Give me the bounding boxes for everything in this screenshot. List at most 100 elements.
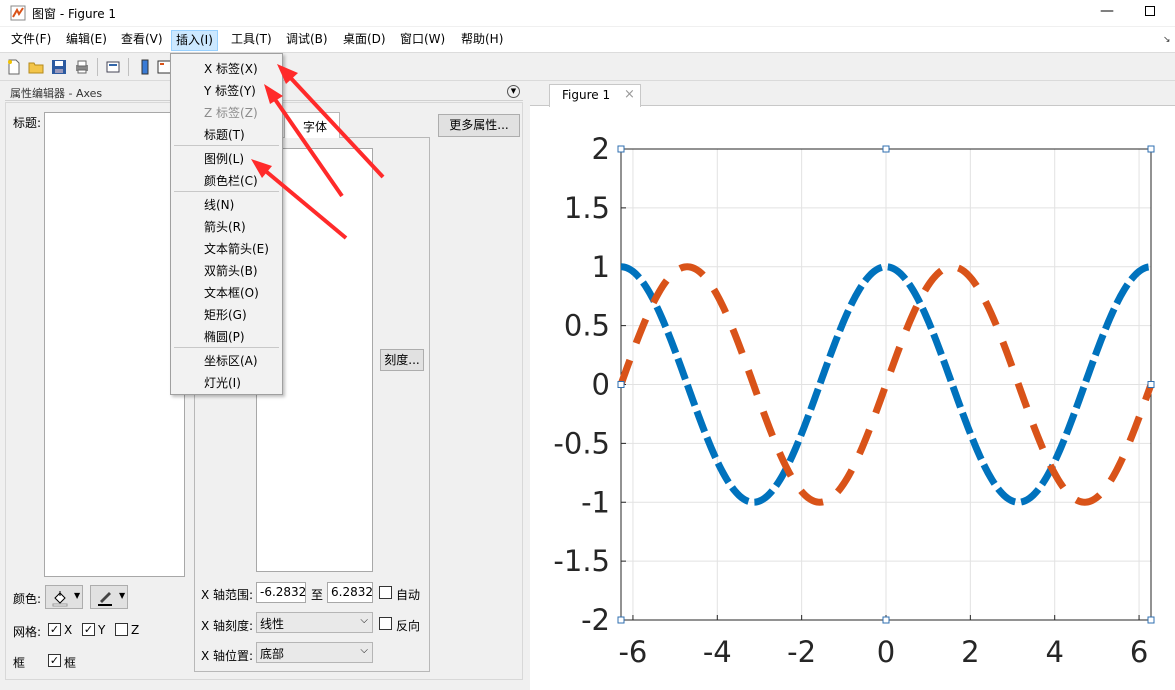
selection-handle [1147, 381, 1155, 388]
grid-z-label: Z [131, 623, 140, 637]
matlab-icon [10, 5, 26, 21]
menu-item-xlabel[interactable]: X 标签(X) [204, 60, 258, 77]
property-editor-title: 属性编辑器 - Axes [10, 87, 103, 100]
grid-x-label: X [64, 623, 73, 637]
menu-item-arrow[interactable]: 箭头(R) [204, 218, 246, 235]
menu-separator [174, 191, 279, 192]
grid-x-checkbox[interactable]: ✓ [48, 623, 61, 636]
menu-edit[interactable]: 编辑(E) [62, 30, 111, 51]
colorbar-icon[interactable] [137, 59, 153, 75]
x-tick-label: 2 [961, 635, 979, 669]
xloc-label: X 轴位置: [201, 649, 254, 663]
y-tick-label: 1 [592, 250, 610, 284]
tab-font-label: 字体 [303, 120, 328, 134]
selection-handle [617, 145, 625, 153]
fill-color-button[interactable]: ▼ [45, 585, 83, 609]
reverse-checkbox[interactable] [379, 617, 392, 630]
selection-handle [617, 381, 625, 388]
xlim-label: X 轴范围: [201, 588, 254, 602]
y-tick-label: 1.5 [564, 191, 610, 225]
menu-item-zlabel: Z 标签(Z) [204, 106, 258, 120]
menu-window[interactable]: 窗口(W) [396, 30, 449, 51]
xloc-value: 底部 [260, 647, 285, 661]
new-file-icon[interactable] [6, 59, 22, 75]
more-properties-button[interactable]: 更多属性... [438, 114, 520, 137]
ticks-button[interactable]: 刻度... [380, 349, 424, 371]
grid-z-checkbox[interactable] [115, 623, 128, 636]
menu-help[interactable]: 帮助(H) [457, 30, 507, 51]
toolbar-separator [97, 58, 98, 76]
menu-item-ylabel[interactable]: Y 标签(Y) [204, 82, 256, 99]
box-checkbox-label: 框 [64, 656, 77, 670]
x-tick-label: -4 [703, 635, 732, 669]
menu-item-ellipse[interactable]: 椭圆(P) [204, 328, 245, 345]
menu-item-title[interactable]: 标题(T) [204, 126, 245, 143]
selection-handle [882, 616, 890, 624]
menu-item-rectangle[interactable]: 矩形(G) [204, 306, 247, 323]
x-tick-label: 0 [877, 635, 895, 669]
xlim-to-label: 至 [311, 588, 324, 602]
axes-plot[interactable]: -6 -4 -2 0 2 4 6 2 1.5 1 0.5 0 -0.5 -1 -1.5 -2 [530, 107, 1175, 690]
title-textarea[interactable] [44, 112, 185, 577]
xscale-select[interactable]: 线性 ⌵ [256, 612, 373, 633]
y-tick-label: -1 [581, 485, 610, 519]
selection-handle [1147, 145, 1155, 153]
print-icon[interactable] [74, 59, 90, 75]
maximize-button[interactable] [1136, 0, 1166, 26]
tab-font[interactable]: 字体 [284, 112, 340, 138]
grid-y-checkbox[interactable]: ✓ [82, 623, 95, 636]
open-folder-icon[interactable] [28, 59, 44, 75]
toolbar-separator [128, 58, 129, 76]
chevron-down-icon: ⌵ [360, 645, 368, 656]
chevron-down-icon: ⌵ [360, 615, 368, 626]
y-tick-label: -0.5 [553, 426, 610, 460]
xloc-select[interactable]: 底部 ⌵ [256, 642, 373, 663]
link-plot-icon[interactable] [105, 59, 121, 75]
menu-file[interactable]: 文件(F) [7, 30, 55, 51]
menu-item-textbox[interactable]: 文本框(O) [204, 284, 259, 301]
y-tick-label: 0 [592, 368, 610, 402]
dropdown-arrow-icon: ▼ [119, 591, 126, 600]
menu-view[interactable]: 查看(V) [117, 30, 167, 51]
save-icon[interactable] [51, 59, 67, 75]
minimize-button[interactable]: — [1092, 0, 1122, 26]
x-tick-label: 6 [1130, 635, 1148, 669]
menu-item-legend[interactable]: 图例(L) [204, 150, 244, 167]
menu-bar: 文件(F) 编辑(E) 查看(V) 插入(I) 工具(T) 调试(B) 桌面(D… [0, 27, 1175, 53]
title-bar: 图窗 - Figure 1 — [0, 0, 1175, 26]
xlim-auto-checkbox[interactable] [379, 586, 392, 599]
x-tick-label: -6 [618, 635, 647, 669]
collapse-icon[interactable]: ▼ [507, 85, 520, 98]
edge-color-button[interactable]: ▼ [90, 585, 128, 609]
y-tick-label: -2 [581, 603, 610, 637]
xlim-min-field[interactable]: -6.2832 [256, 582, 306, 603]
y-tick-label: 0.5 [564, 309, 610, 343]
reverse-label: 反向 [396, 619, 421, 633]
selection-handle [617, 616, 625, 624]
menu-item-line[interactable]: 线(N) [204, 196, 234, 213]
dock-arrow-icon[interactable]: ↘ [1163, 35, 1171, 45]
menu-item-light[interactable]: 灯光(I) [204, 374, 241, 391]
title-label: 标题: [13, 116, 42, 130]
menu-item-text-arrow[interactable]: 文本箭头(E) [204, 240, 269, 257]
menu-desktop[interactable]: 桌面(D) [339, 30, 390, 51]
window-title: 图窗 - Figure 1 [32, 7, 117, 21]
menu-tools[interactable]: 工具(T) [227, 30, 276, 51]
color-label: 颜色: [13, 592, 42, 606]
selection-handle [1147, 616, 1155, 624]
box-checkbox[interactable]: ✓ [48, 654, 61, 667]
close-icon[interactable]: × [624, 87, 635, 102]
menu-insert[interactable]: 插入(I) [171, 30, 218, 51]
x-tick-label: 4 [1045, 635, 1063, 669]
tab-figure-1[interactable]: Figure 1 × [549, 84, 641, 107]
insert-menu: X 标签(X) Y 标签(Y) Z 标签(Z) 标题(T) 图例(L) 颜色栏(… [170, 53, 283, 395]
menu-item-axes[interactable]: 坐标区(A) [204, 352, 258, 369]
xlim-auto-label: 自动 [396, 588, 421, 602]
y-tick-label: 2 [592, 132, 610, 166]
menu-item-double-arrow[interactable]: 双箭头(B) [204, 262, 258, 279]
xlim-max-field[interactable]: 6.2832 [327, 582, 373, 603]
grid-label: 网格: [13, 625, 42, 639]
menu-item-colorbar[interactable]: 颜色栏(C) [204, 172, 258, 189]
menu-debug[interactable]: 调试(B) [282, 30, 332, 51]
box-label: 框 [13, 656, 26, 670]
